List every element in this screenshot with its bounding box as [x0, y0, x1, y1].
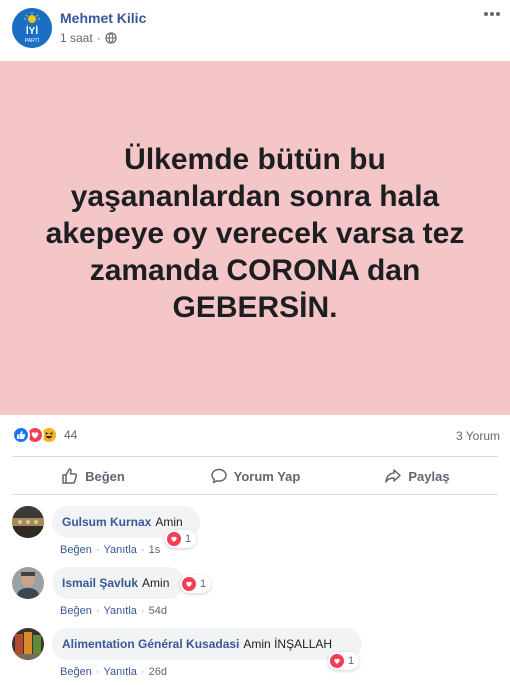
meta-separator: ·: [96, 31, 101, 45]
comment-reaction-count: 1: [200, 578, 207, 590]
heart-icon: [330, 654, 344, 668]
dot-separator: ·: [140, 544, 145, 556]
dot-separator: ·: [140, 666, 145, 678]
heart-icon: [167, 532, 181, 546]
more-options-icon[interactable]: [482, 6, 502, 22]
commenter-avatar[interactable]: [12, 506, 44, 538]
comment-bubble-icon: [210, 468, 227, 484]
comment-reaction[interactable]: 1: [180, 575, 212, 593]
avatar-subtext: PARTİ: [25, 37, 39, 44]
comment-bubble: Ismail Şavluk Amin: [52, 567, 184, 599]
heart-icon: [182, 577, 196, 591]
comment-actions: Beğen · Yanıtla · 1s: [60, 544, 160, 556]
comment-label: Yorum Yap: [233, 468, 301, 484]
divider-top: [12, 456, 498, 457]
author-name[interactable]: Mehmet Kilic: [60, 10, 146, 26]
commenter-name[interactable]: Alimentation Général Kusadasi: [62, 637, 239, 651]
comment-reaction[interactable]: 1: [328, 652, 360, 670]
comment-text: Amin: [142, 576, 170, 590]
comment-text: Amin: [155, 515, 183, 529]
commenter-name[interactable]: Gulsum Kurnax: [62, 515, 151, 529]
comment-bubble: Alimentation Général Kusadasi Amin İNŞAL…: [52, 628, 362, 660]
share-button[interactable]: Paylaş: [336, 459, 498, 493]
comment-reaction-count: 1: [348, 655, 355, 667]
reactions-summary[interactable]: 44: [12, 426, 77, 444]
comment-count[interactable]: 3 Yorum: [456, 429, 500, 443]
comment-like-link[interactable]: Beğen: [60, 544, 92, 556]
share-label: Paylaş: [408, 468, 450, 484]
comment-reply-link[interactable]: Yanıtla: [103, 666, 136, 678]
like-icon: [12, 426, 30, 444]
comment-actions: Beğen · Yanıtla · 54d: [60, 605, 167, 617]
dot-separator: ·: [140, 605, 145, 617]
comment-like-link[interactable]: Beğen: [60, 605, 92, 617]
author-avatar[interactable]: İYİ PARTİ: [12, 8, 52, 48]
commenter-name[interactable]: Ismail Şavluk: [62, 576, 138, 590]
post-meta: 1 saat ·: [60, 31, 117, 45]
comment-button[interactable]: Yorum Yap: [174, 459, 336, 493]
comment-time[interactable]: 54d: [149, 605, 167, 617]
comment-actions: Beğen · Yanıtla · 26d: [60, 666, 167, 678]
divider-bottom: [12, 494, 498, 495]
post-time[interactable]: 1 saat: [60, 31, 93, 45]
comment-reaction-count: 1: [185, 533, 192, 545]
like-button[interactable]: Beğen: [12, 459, 174, 493]
comment-text: Amin İNŞALLAH: [243, 637, 333, 651]
comment-like-link[interactable]: Beğen: [60, 666, 92, 678]
reaction-count: 44: [64, 428, 78, 442]
comment-reply-link[interactable]: Yanıtla: [103, 544, 136, 556]
comment-time[interactable]: 1s: [149, 544, 161, 556]
party-logo-icon: İYİ PARTİ: [12, 8, 52, 48]
thumbs-up-icon: [62, 468, 78, 484]
share-arrow-icon: [385, 469, 402, 483]
avatar-text: İYİ: [26, 24, 38, 37]
comment-reply-link[interactable]: Yanıtla: [103, 605, 136, 617]
post-header: İYİ PARTİ Mehmet Kilic 1 saat ·: [0, 0, 510, 60]
comment-reaction[interactable]: 1: [165, 530, 197, 548]
action-bar: Beğen Yorum Yap Paylaş: [12, 459, 498, 493]
commenter-avatar[interactable]: [12, 567, 44, 599]
commenter-avatar[interactable]: [12, 628, 44, 660]
post-background: Ülkemde bütün bu yaşananlardan sonra hal…: [0, 61, 510, 415]
post-text: Ülkemde bütün bu yaşananlardan sonra hal…: [45, 142, 465, 324]
dot-separator: ·: [95, 544, 100, 556]
globe-icon: [105, 32, 117, 44]
comment-time[interactable]: 26d: [149, 666, 167, 678]
dot-separator: ·: [95, 605, 100, 617]
dot-separator: ·: [95, 666, 100, 678]
like-label: Beğen: [85, 468, 125, 484]
